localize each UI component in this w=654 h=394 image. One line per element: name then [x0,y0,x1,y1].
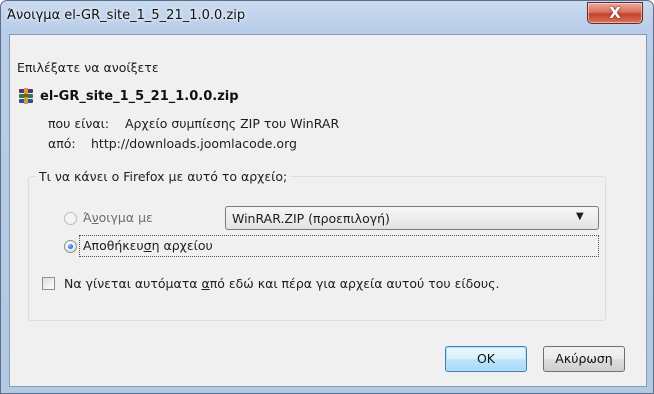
source-url: http://downloads.joomlacode.org [91,136,297,151]
cancel-button[interactable]: Ακύρωση [543,346,625,372]
open-with-app-value: WinRAR.ZIP (προεπιλογή) [232,211,390,226]
auto-action-checkbox[interactable] [42,277,55,290]
window-title: Άνοιγμα el-GR_site_1_5_21_1.0.0.zip [7,8,246,23]
file-type-value: Αρχείο συμπίεσης ZIP του WinRAR [125,116,340,131]
radio-selected-dot [68,244,73,249]
title-bar[interactable]: Άνοιγμα el-GR_site_1_5_21_1.0.0.zip X [1,1,653,35]
open-with-app-select[interactable]: WinRAR.ZIP (προεπιλογή) ▼ [225,206,599,230]
dialog-window: Άνοιγμα el-GR_site_1_5_21_1.0.0.zip X Επ… [0,0,654,394]
winrar-archive-icon [19,88,33,104]
source-label: από: [48,136,76,151]
file-name: el-GR_site_1_5_21_1.0.0.zip [40,89,239,104]
prompt-label: Επιλέξατε να ανοίξετε [17,60,159,75]
ok-button[interactable]: OK [445,346,527,372]
save-file-label[interactable]: Αποθήκευση αρχείου [83,238,213,253]
auto-action-label[interactable]: Να γίνεται αυτόματα από εδώ και πέρα για… [64,276,499,291]
file-type-label: που είναι: [48,116,110,131]
close-button[interactable]: X [587,2,643,24]
open-with-radio[interactable] [64,212,77,225]
chevron-down-icon: ▼ [576,211,584,222]
open-with-label[interactable]: Άνοιγμα με [83,210,153,225]
close-icon: X [609,4,621,22]
save-file-radio[interactable] [64,240,77,253]
action-group-legend: Τι να κάνει ο Firefox με αυτό το αρχείο; [36,169,291,184]
